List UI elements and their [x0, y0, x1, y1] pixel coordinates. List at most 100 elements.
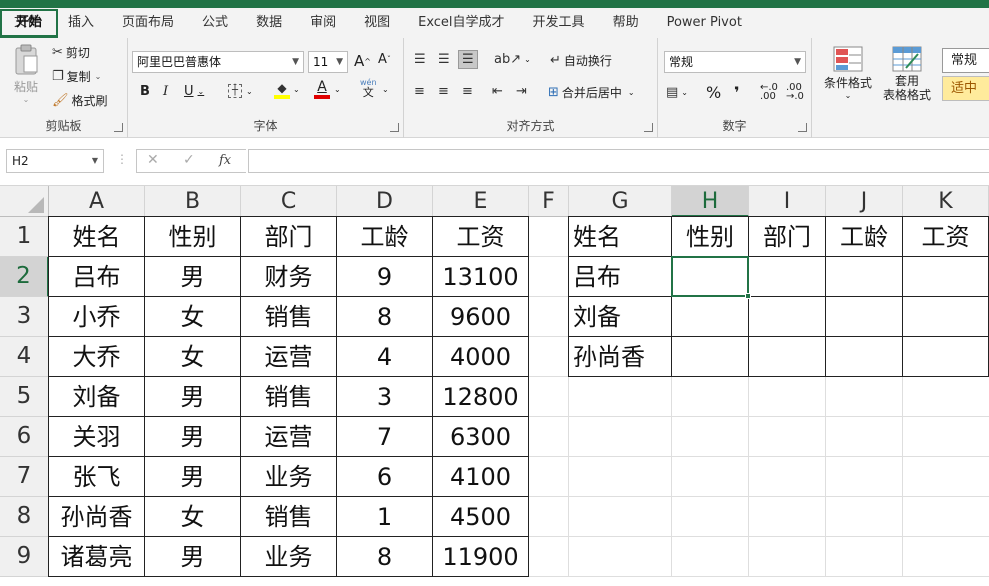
font-color-dropdown[interactable]: ⌄ — [334, 85, 341, 94]
select-all-corner[interactable] — [0, 186, 49, 217]
percent-button[interactable]: % — [706, 83, 721, 102]
cell-b8[interactable]: 女 — [145, 497, 240, 536]
cell-a2[interactable]: 吕布 — [49, 257, 144, 296]
column-header-b[interactable]: B — [145, 186, 241, 217]
cell-a3[interactable]: 小乔 — [49, 297, 144, 336]
cell-j1[interactable]: 工龄 — [826, 217, 902, 256]
column-header-j[interactable]: J — [826, 186, 903, 217]
cell-a6[interactable]: 关羽 — [49, 417, 144, 456]
font-name-dropdown[interactable]: 阿里巴巴普惠体 ▼ — [132, 51, 304, 73]
cell-h4[interactable] — [672, 337, 748, 376]
currency-button[interactable]: ▤ ⌄ — [666, 85, 688, 100]
cell-b3[interactable]: 女 — [145, 297, 240, 336]
cell-b6[interactable]: 男 — [145, 417, 240, 456]
cancel-icon[interactable]: ✕ — [147, 152, 159, 168]
cell-i3[interactable] — [749, 297, 825, 336]
cell-g4[interactable]: 孙尚香 — [569, 337, 671, 376]
column-header-k[interactable]: K — [903, 186, 989, 217]
tab-formulas[interactable]: 公式 — [188, 8, 242, 38]
column-header-f[interactable]: F — [529, 186, 569, 217]
insert-function-icon[interactable]: fx — [219, 153, 231, 168]
row-header-3[interactable]: 3 — [0, 297, 49, 337]
align-left-button[interactable]: ≡ — [414, 84, 425, 99]
cell-j2[interactable] — [826, 257, 902, 296]
phonetic-button[interactable]: wén 文 — [360, 78, 377, 98]
number-format-dropdown[interactable]: 常规 ▼ — [664, 51, 806, 73]
cell-e8[interactable]: 4500 — [433, 497, 528, 536]
font-size-dropdown[interactable]: 11 ▼ — [308, 51, 348, 73]
cell-e7[interactable]: 4100 — [433, 457, 528, 496]
active-cell-selection[interactable] — [671, 256, 749, 297]
cell-e2[interactable]: 13100 — [433, 257, 528, 296]
cell-e1[interactable]: 工资 — [433, 217, 528, 256]
row-header-6[interactable]: 6 — [0, 417, 49, 457]
cell-style-normal[interactable]: 常规 — [942, 48, 989, 73]
align-right-button[interactable]: ≡ — [462, 84, 473, 99]
fill-handle[interactable] — [745, 293, 751, 299]
fill-color-button[interactable]: ◆ — [274, 81, 290, 99]
copy-dropdown-icon[interactable]: ⌄ — [95, 72, 102, 81]
row-header-8[interactable]: 8 — [0, 497, 49, 537]
cell-e9[interactable]: 11900 — [433, 537, 528, 576]
cell-c4[interactable]: 运营 — [241, 337, 336, 376]
column-header-h[interactable]: H — [672, 186, 749, 217]
paste-button[interactable]: 粘贴 ⌄ — [8, 44, 44, 104]
tab-view[interactable]: 视图 — [350, 8, 404, 38]
align-center-button[interactable]: ≡ — [438, 84, 449, 99]
cell-b2[interactable]: 男 — [145, 257, 240, 296]
cell-d7[interactable]: 6 — [337, 457, 432, 496]
paste-dropdown-icon[interactable]: ⌄ — [23, 95, 30, 104]
cell-c8[interactable]: 销售 — [241, 497, 336, 536]
cell-d3[interactable]: 8 — [337, 297, 432, 336]
cell-g3[interactable]: 刘备 — [569, 297, 671, 336]
format-painter-button[interactable]: 🖌 格式刷 — [52, 92, 108, 109]
cell-c2[interactable]: 财务 — [241, 257, 336, 296]
cell-a5[interactable]: 刘备 — [49, 377, 144, 416]
align-bottom-button[interactable]: ☰ — [458, 50, 478, 69]
cell-b7[interactable]: 男 — [145, 457, 240, 496]
cell-b1[interactable]: 性别 — [145, 217, 240, 256]
wrap-text-button[interactable]: ↵ 自动换行 — [550, 52, 612, 69]
cell-c6[interactable]: 运营 — [241, 417, 336, 456]
row-header-1[interactable]: 1 — [0, 217, 49, 257]
cut-button[interactable]: ✂ 剪切 — [52, 44, 90, 61]
number-launcher-icon[interactable] — [798, 123, 807, 132]
tab-power-pivot[interactable]: Power Pivot — [653, 8, 756, 38]
tab-page-layout[interactable]: 页面布局 — [108, 8, 188, 38]
format-as-table-button[interactable]: 套用 表格格式 — [876, 46, 938, 102]
cell-d2[interactable]: 9 — [337, 257, 432, 296]
cell-a9[interactable]: 诸葛亮 — [49, 537, 144, 576]
cell-k3[interactable] — [903, 297, 988, 336]
cell-h1[interactable]: 性别 — [672, 217, 748, 256]
conditional-formatting-button[interactable]: 条件格式 ⌄ — [820, 46, 876, 100]
clipboard-launcher-icon[interactable] — [114, 123, 123, 132]
row-header-4[interactable]: 4 — [0, 337, 49, 377]
increase-indent-button[interactable]: ⇥ — [516, 84, 527, 99]
formula-input[interactable] — [248, 149, 989, 173]
cell-d6[interactable]: 7 — [337, 417, 432, 456]
cell-a4[interactable]: 大乔 — [49, 337, 144, 376]
column-header-i[interactable]: I — [749, 186, 826, 217]
increase-decimal-button[interactable]: ←.0.00 — [760, 83, 778, 102]
column-header-a[interactable]: A — [49, 186, 145, 217]
borders-button[interactable]: ┼ ⌄ — [228, 84, 253, 98]
cell-d1[interactable]: 工龄 — [337, 217, 432, 256]
grow-font-button[interactable]: A ^ — [354, 52, 371, 70]
comma-style-button[interactable]: ❜ — [734, 83, 740, 102]
cell-b9[interactable]: 男 — [145, 537, 240, 576]
cell-k2[interactable] — [903, 257, 988, 296]
orientation-button[interactable]: ab↗ ⌄ — [494, 52, 531, 67]
cell-i4[interactable] — [749, 337, 825, 376]
cell-e3[interactable]: 9600 — [433, 297, 528, 336]
enter-icon[interactable]: ✓ — [183, 152, 195, 168]
font-launcher-icon[interactable] — [390, 123, 399, 132]
underline-button[interactable]: U ⌄ — [184, 84, 204, 99]
cell-a7[interactable]: 张飞 — [49, 457, 144, 496]
cell-i1[interactable]: 部门 — [749, 217, 825, 256]
cell-i2[interactable] — [749, 257, 825, 296]
cell-d8[interactable]: 1 — [337, 497, 432, 536]
cell-h3[interactable] — [672, 297, 748, 336]
cell-style-neutral[interactable]: 适中 — [942, 76, 989, 101]
tab-review[interactable]: 审阅 — [296, 8, 350, 38]
tab-help[interactable]: 帮助 — [599, 8, 653, 38]
